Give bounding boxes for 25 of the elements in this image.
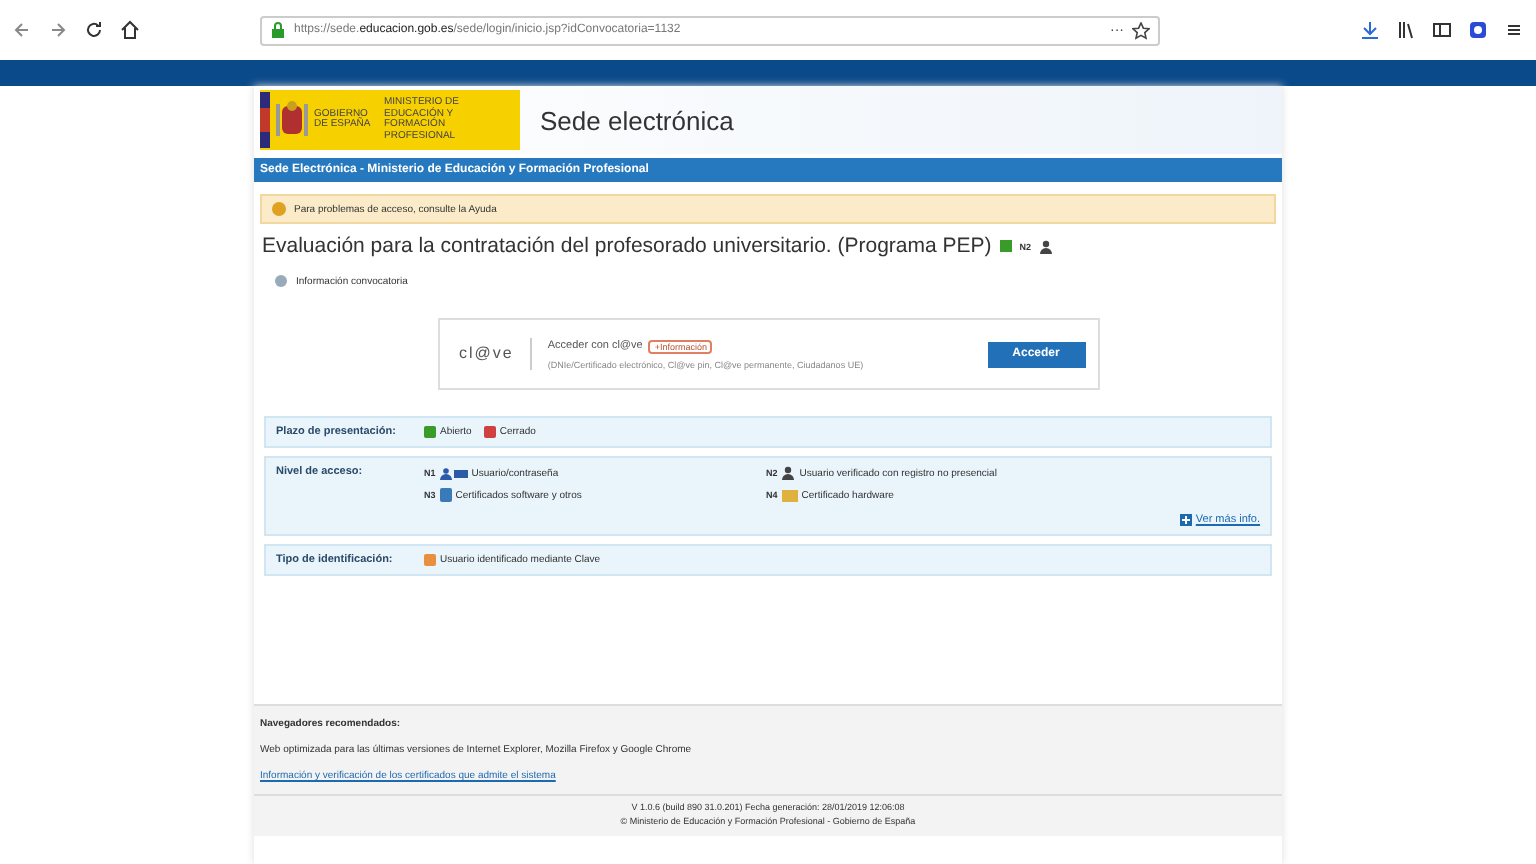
clave-logo: cl@ve	[459, 338, 532, 370]
menu-icon[interactable]	[1504, 20, 1524, 40]
coat-of-arms-icon	[276, 100, 308, 140]
sidebar-icon[interactable]	[1432, 20, 1452, 40]
home-icon[interactable]	[120, 20, 140, 40]
forward-icon[interactable]	[48, 20, 68, 40]
star-icon[interactable]	[1132, 21, 1150, 39]
plus-icon	[1179, 514, 1192, 526]
download-icon[interactable]	[1360, 20, 1380, 40]
site-title: Sede electrónica	[540, 105, 734, 135]
flag-stripe-icon	[260, 92, 270, 148]
reload-icon[interactable]	[84, 20, 104, 40]
card-icon	[781, 489, 798, 501]
library-icon[interactable]	[1396, 20, 1416, 40]
page-title: Evaluación para la contratación del profesorado universitario. (Programa PEP)	[262, 234, 992, 258]
info-icon	[274, 274, 288, 288]
lock-icon	[270, 22, 286, 38]
person-icon	[1039, 239, 1054, 253]
person-icon	[781, 466, 796, 480]
certificate-icon	[439, 488, 452, 502]
warning-icon	[272, 202, 286, 216]
check-icon	[999, 240, 1012, 252]
person-icon	[439, 467, 468, 479]
extension-icon[interactable]	[1468, 20, 1488, 40]
back-icon[interactable]	[12, 20, 32, 40]
